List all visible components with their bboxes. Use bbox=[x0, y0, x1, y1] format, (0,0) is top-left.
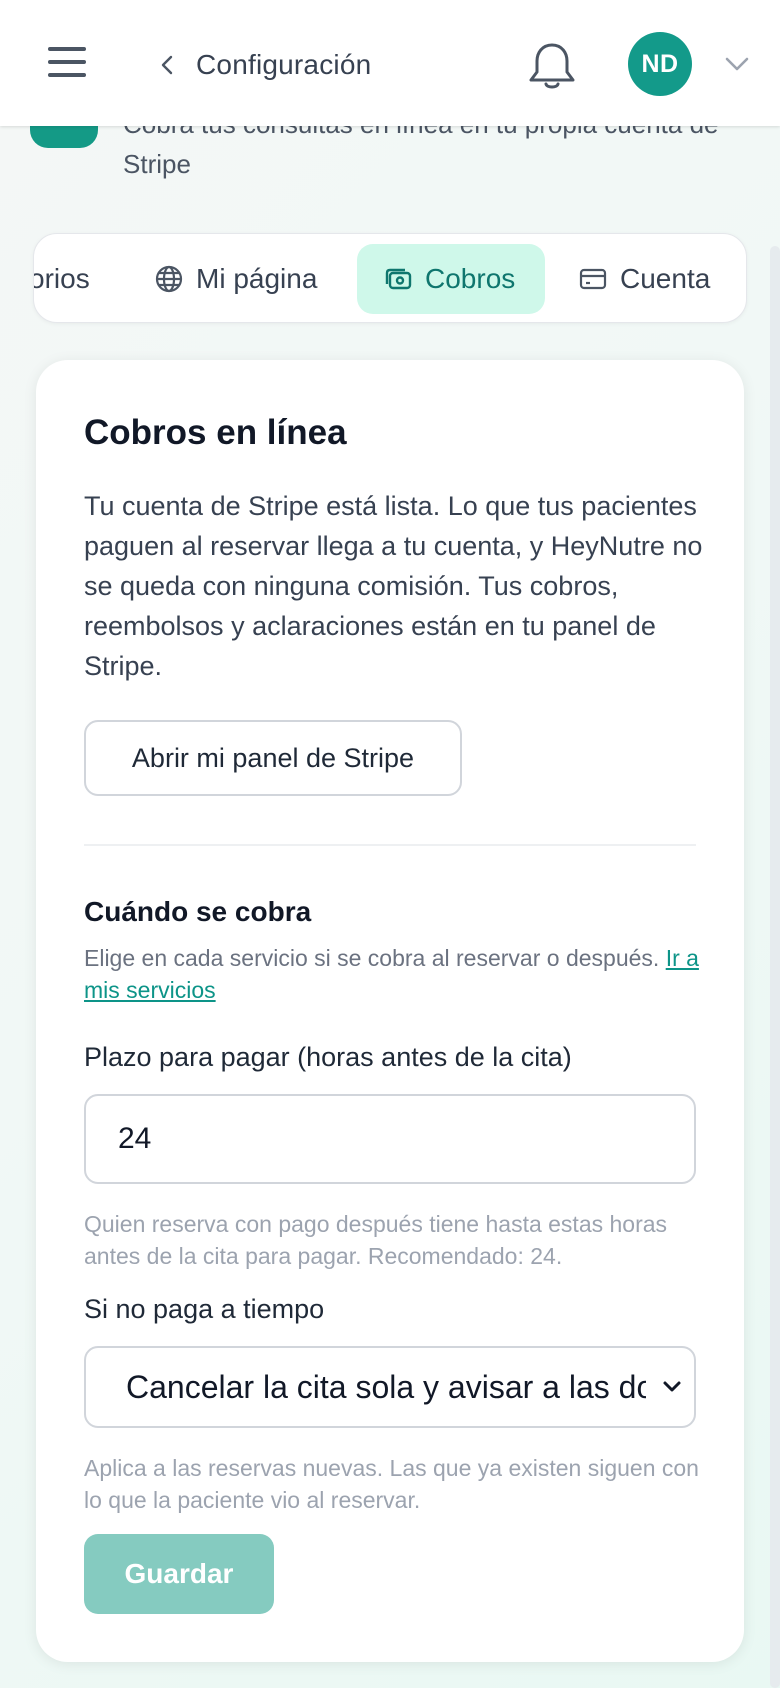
credit-card-icon bbox=[579, 268, 607, 290]
bell-icon[interactable] bbox=[524, 40, 580, 92]
top-header: Configuración ND bbox=[0, 0, 780, 126]
tab-label: orios bbox=[33, 263, 90, 294]
tab-label: Cuenta bbox=[620, 263, 711, 294]
tab-cuenta[interactable]: Cuenta bbox=[578, 244, 710, 314]
late-payment-hint: Aplica a las reservas nuevas. Las que ya… bbox=[84, 1455, 699, 1513]
tab-label: Mi página bbox=[196, 263, 318, 294]
divider bbox=[84, 844, 696, 846]
when-charged-help: Elige en cada servicio si se cobra al re… bbox=[84, 942, 704, 1006]
save-button[interactable]: Guardar bbox=[84, 1534, 274, 1614]
scrollbar[interactable] bbox=[770, 246, 780, 1688]
deadline-hours-input[interactable] bbox=[84, 1094, 696, 1184]
avatar[interactable]: ND bbox=[628, 32, 692, 96]
chevron-left-icon bbox=[161, 55, 173, 75]
tab-label: Cobros bbox=[425, 263, 516, 294]
deadline-hint: Quien reserva con pago después tiene has… bbox=[84, 1211, 668, 1269]
back-button[interactable]: Configuración bbox=[156, 46, 371, 84]
open-stripe-panel-button[interactable]: Abrir mi panel de Stripe bbox=[84, 720, 462, 796]
deadline-label: Plazo para pagar (horas antes de la cita… bbox=[84, 1042, 572, 1072]
cobros-card: Cobros en línea Tu cuenta de Stripe está… bbox=[36, 360, 744, 1662]
card-title: Cobros en línea bbox=[84, 413, 347, 452]
card-description: Tu cuenta de Stripe está lista. Lo que t… bbox=[84, 491, 703, 681]
tab-cobros[interactable]: Cobros bbox=[357, 244, 545, 314]
when-charged-help-text: Elige en cada servicio si se cobra al re… bbox=[84, 945, 660, 971]
money-icon bbox=[385, 268, 412, 290]
tab-mi-pagina[interactable]: Mi página bbox=[154, 244, 317, 314]
late-payment-selected: Cancelar la cita sola y avisar a las dos bbox=[126, 1368, 646, 1405]
page-title: Configuración bbox=[196, 49, 372, 80]
when-charged-heading: Cuándo se cobra bbox=[84, 896, 312, 927]
settings-tabs: orios Mi página Cobros Cuenta bbox=[33, 233, 747, 323]
chevron-down-icon bbox=[663, 1381, 681, 1392]
late-payment-label: Si no paga a tiempo bbox=[84, 1294, 325, 1324]
chevron-down-icon[interactable] bbox=[723, 52, 751, 76]
late-payment-select[interactable]: Cancelar la cita sola y avisar a las dos bbox=[84, 1346, 696, 1428]
tab-partial[interactable]: orios bbox=[33, 244, 90, 314]
menu-icon[interactable] bbox=[48, 47, 86, 79]
globe-icon bbox=[155, 265, 183, 293]
